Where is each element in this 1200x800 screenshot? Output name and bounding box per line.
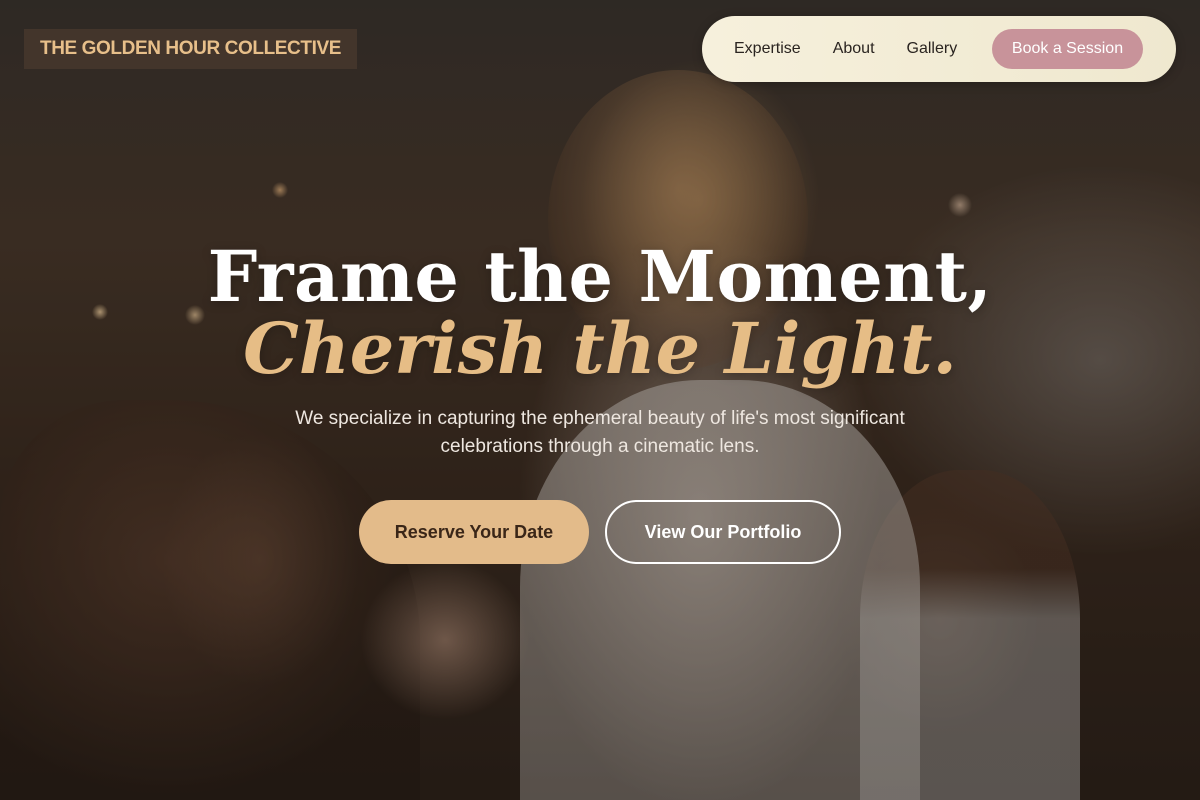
hero-subtitle: We specialize in capturing the ephemeral… <box>295 408 905 457</box>
nav-link-gallery[interactable]: Gallery <box>907 40 958 58</box>
nav-link-about[interactable]: About <box>833 40 875 58</box>
reserve-date-button[interactable]: Reserve Your Date <box>359 500 589 564</box>
nav-link-expertise[interactable]: Expertise <box>734 40 801 58</box>
hero-headline-line2: Cherish the Light. <box>243 307 957 390</box>
top-navigation: Expertise About Gallery Book a Session <box>702 16 1176 82</box>
brand-logo[interactable]: THE GOLDEN HOUR COLLECTIVE <box>24 29 357 69</box>
book-session-button[interactable]: Book a Session <box>992 29 1143 69</box>
view-portfolio-button[interactable]: View Our Portfolio <box>605 500 841 564</box>
hero-overlay <box>0 0 1200 800</box>
brand-logo-text: THE GOLDEN HOUR COLLECTIVE <box>40 38 341 59</box>
